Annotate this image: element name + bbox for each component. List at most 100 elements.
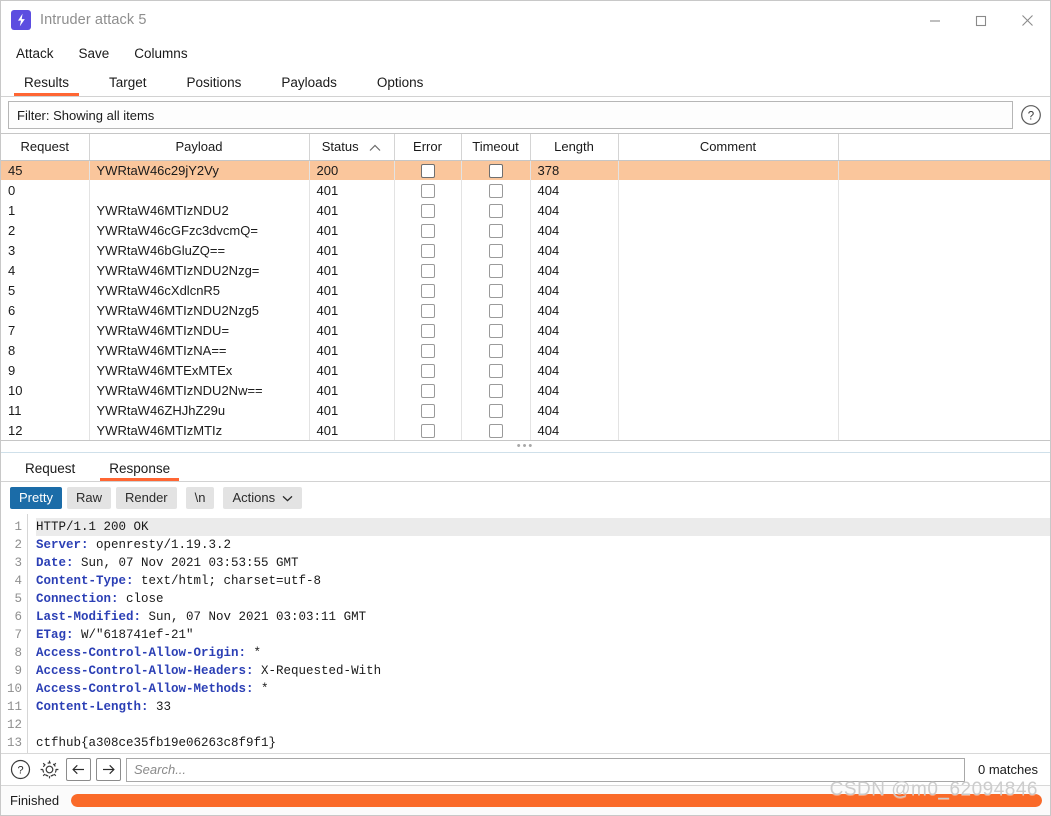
table-row[interactable]: 1 YWRtaW46MTIzNDU2 401 404 <box>1 200 1050 220</box>
error-checkbox[interactable] <box>420 303 435 318</box>
timeout-checkbox[interactable] <box>488 263 503 278</box>
error-checkbox[interactable] <box>420 243 435 258</box>
render-button[interactable]: Render <box>115 486 177 509</box>
menu-save[interactable]: Save <box>73 44 121 63</box>
table-row[interactable]: 2 YWRtaW46cGFzc3dvcmQ= 401 404 <box>1 220 1050 240</box>
response-line: Access-Control-Allow-Headers: X-Requeste… <box>36 662 1050 680</box>
search-forward-button[interactable] <box>96 758 121 781</box>
tab-positions[interactable]: Positions <box>167 75 262 97</box>
menu-attack[interactable]: Attack <box>10 44 65 63</box>
tab-results[interactable]: Results <box>4 75 89 97</box>
intruder-attack-window: Intruder attack 5 Attack Save Columns Re… <box>0 0 1051 816</box>
error-checkbox[interactable] <box>420 203 435 218</box>
cell-error <box>394 240 462 260</box>
window-title: Intruder attack 5 <box>40 12 147 28</box>
chevron-down-icon <box>282 490 293 505</box>
minimize-icon[interactable] <box>912 1 958 40</box>
column-header-length[interactable]: Length <box>530 134 619 161</box>
error-checkbox[interactable] <box>420 323 435 338</box>
cell-payload: YWRtaW46bGluZQ== <box>89 240 310 260</box>
tab-target[interactable]: Target <box>89 75 167 97</box>
column-header-request[interactable]: Request <box>1 134 90 161</box>
timeout-checkbox[interactable] <box>488 243 503 258</box>
timeout-checkbox[interactable] <box>488 423 503 438</box>
cell-payload: YWRtaW46MTIzNDU2Nzg= <box>89 260 310 280</box>
timeout-checkbox[interactable] <box>488 403 503 418</box>
filter-bar-row: Filter: Showing all items ? <box>1 97 1050 133</box>
menu-columns[interactable]: Columns <box>128 44 198 63</box>
column-header-comment[interactable]: Comment <box>618 134 839 161</box>
actions-button[interactable]: Actions <box>223 486 303 509</box>
table-row[interactable]: 0 401 404 <box>1 180 1050 200</box>
timeout-checkbox[interactable] <box>488 164 503 179</box>
cell-request: 11 <box>1 400 90 420</box>
error-checkbox[interactable] <box>420 164 435 179</box>
timeout-checkbox[interactable] <box>488 183 503 198</box>
timeout-checkbox[interactable] <box>488 323 503 338</box>
error-checkbox[interactable] <box>420 423 435 438</box>
table-row[interactable]: 6 YWRtaW46MTIzNDU2Nzg5 401 404 <box>1 300 1050 320</box>
error-checkbox[interactable] <box>420 223 435 238</box>
filter-bar[interactable]: Filter: Showing all items <box>8 101 1013 129</box>
table-row[interactable]: 3 YWRtaW46bGluZQ== 401 404 <box>1 240 1050 260</box>
help-circle-icon[interactable]: ? <box>8 758 32 782</box>
response-viewer[interactable]: 1 2 3 4 5 6 7 8 9 10 11 12 13 HTTP/1.1 200 OK Server:… <box>1 513 1050 753</box>
table-row[interactable]: 12 YWRtaW46MTIzMTIz 401 404 <box>1 420 1050 440</box>
timeout-checkbox[interactable] <box>488 303 503 318</box>
error-checkbox[interactable] <box>420 403 435 418</box>
table-row[interactable]: 10 YWRtaW46MTIzNDU2Nw== 401 404 <box>1 380 1050 400</box>
horizontal-splitter[interactable]: ••• <box>1 441 1050 453</box>
newline-button[interactable]: \n <box>185 486 215 509</box>
table-row[interactable]: 45 YWRtaW46c29jY2Vy 200 378 <box>1 160 1050 180</box>
cell-error <box>394 380 462 400</box>
timeout-checkbox[interactable] <box>488 363 503 378</box>
header-name: Server: <box>36 538 89 552</box>
column-header-status[interactable]: Status <box>309 134 395 161</box>
cell-status: 401 <box>309 320 395 340</box>
maximize-icon[interactable] <box>958 1 1004 40</box>
timeout-checkbox[interactable] <box>488 283 503 298</box>
tab-payloads[interactable]: Payloads <box>261 75 357 97</box>
cell-error <box>394 320 462 340</box>
table-row[interactable]: 11 YWRtaW46ZHJhZ29u 401 404 <box>1 400 1050 420</box>
response-body[interactable]: HTTP/1.1 200 OK Server: openresty/1.19.3.… <box>28 514 1050 753</box>
cell-spacer <box>838 340 1050 360</box>
timeout-checkbox[interactable] <box>488 343 503 358</box>
results-table-container[interactable]: Request Payload Status Error Timeout Len… <box>1 133 1050 441</box>
cell-payload: YWRtaW46MTExMTEx <box>89 360 310 380</box>
timeout-checkbox[interactable] <box>488 383 503 398</box>
column-header-timeout[interactable]: Timeout <box>461 134 531 161</box>
column-label: Payload <box>175 139 223 155</box>
table-row[interactable]: 4 YWRtaW46MTIzNDU2Nzg= 401 404 <box>1 260 1050 280</box>
pretty-button[interactable]: Pretty <box>10 486 62 509</box>
line-number: 8 <box>14 646 22 660</box>
error-checkbox[interactable] <box>420 183 435 198</box>
search-input[interactable] <box>126 757 966 782</box>
cell-spacer <box>838 320 1050 340</box>
timeout-checkbox[interactable] <box>488 203 503 218</box>
table-row[interactable]: 9 YWRtaW46MTExMTEx 401 404 <box>1 360 1050 380</box>
close-icon[interactable] <box>1004 1 1050 40</box>
column-header-error[interactable]: Error <box>394 134 462 161</box>
table-row[interactable]: 8 YWRtaW46MTIzNA== 401 404 <box>1 340 1050 360</box>
error-checkbox[interactable] <box>420 383 435 398</box>
raw-button[interactable]: Raw <box>66 486 111 509</box>
tab-request[interactable]: Request <box>8 461 92 482</box>
table-row[interactable]: 5 YWRtaW46cXdlcnR5 401 404 <box>1 280 1050 300</box>
tab-response[interactable]: Response <box>92 461 187 482</box>
column-label: Timeout <box>472 139 519 155</box>
table-row[interactable]: 7 YWRtaW46MTIzNDU= 401 404 <box>1 320 1050 340</box>
error-checkbox[interactable] <box>420 283 435 298</box>
cell-spacer <box>838 180 1050 200</box>
search-back-button[interactable] <box>66 758 91 781</box>
help-circle-icon[interactable]: ? <box>1020 104 1042 126</box>
response-line: Last-Modified: Sun, 07 Nov 2021 03:03:11… <box>36 608 1050 626</box>
error-checkbox[interactable] <box>420 343 435 358</box>
search-toolbar: ? 0 matches <box>1 753 1050 785</box>
gear-icon[interactable] <box>37 758 61 782</box>
tab-options[interactable]: Options <box>357 75 444 97</box>
timeout-checkbox[interactable] <box>488 223 503 238</box>
error-checkbox[interactable] <box>420 263 435 278</box>
error-checkbox[interactable] <box>420 363 435 378</box>
column-header-payload[interactable]: Payload <box>89 134 310 161</box>
